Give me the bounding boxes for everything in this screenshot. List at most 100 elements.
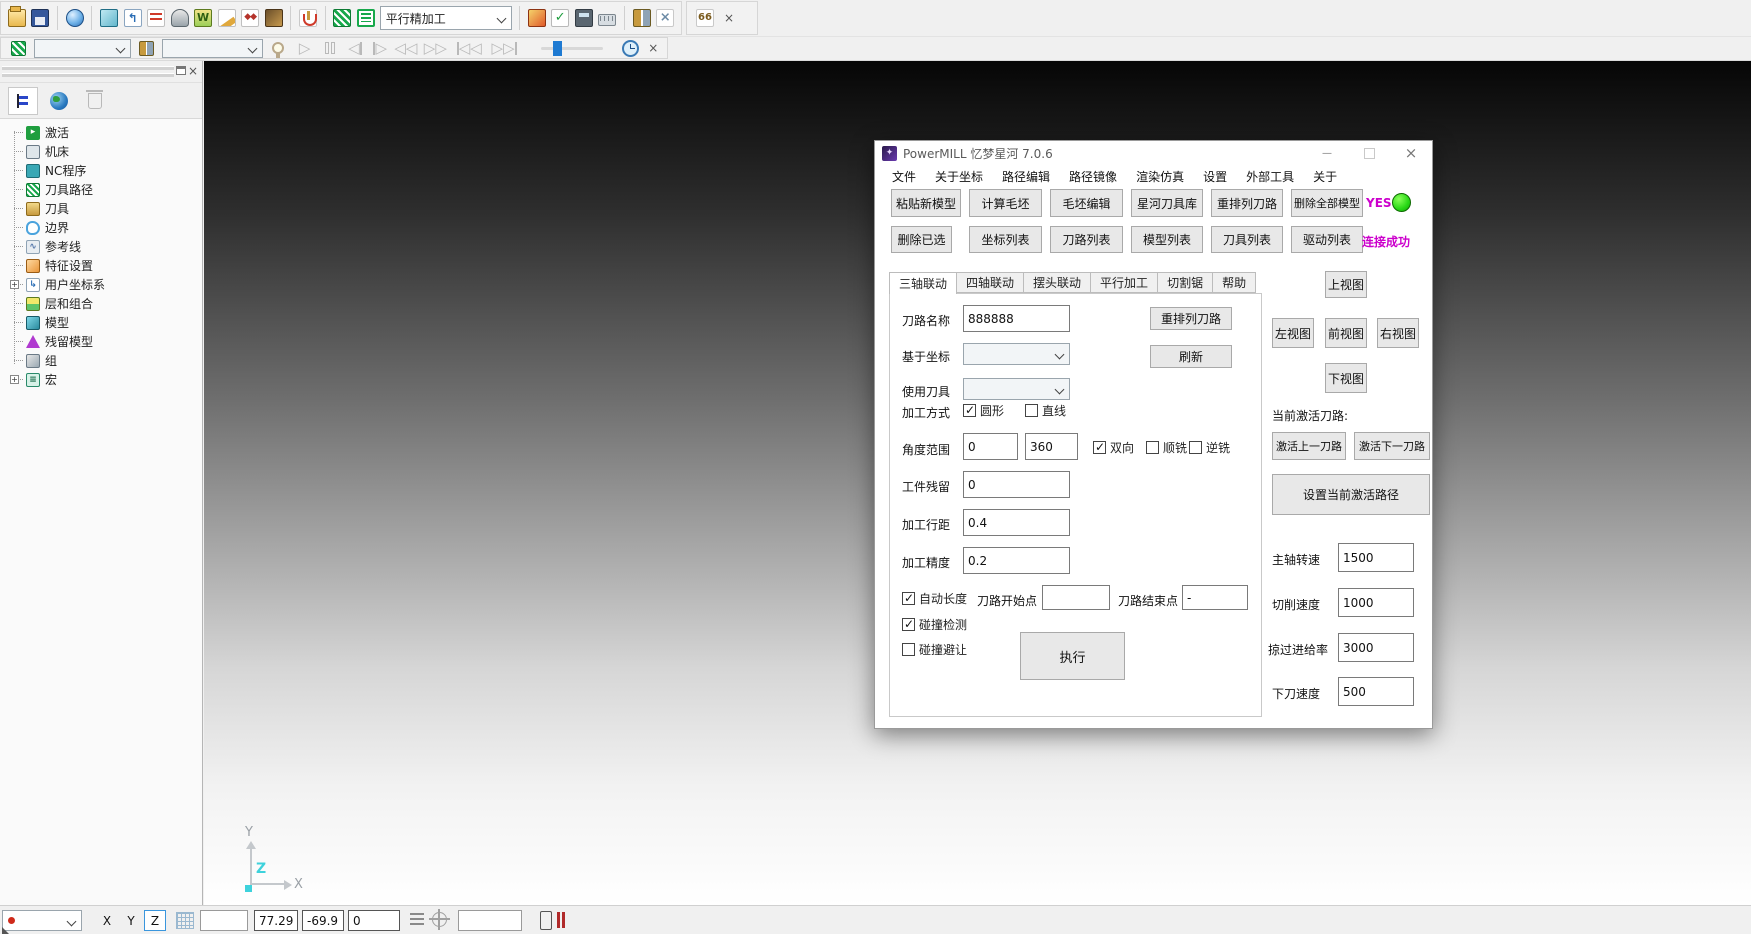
sim-fast-forward-button[interactable]: ▷▷ xyxy=(421,38,450,58)
close-toolbar-icon[interactable] xyxy=(721,11,737,25)
tree-item-model[interactable]: 模型 xyxy=(10,313,200,332)
stock-edit-button[interactable]: 毛坯编辑 xyxy=(1050,189,1123,217)
conventional-checkbox[interactable]: 逆铣 xyxy=(1189,439,1230,456)
close-panel-icon[interactable] xyxy=(185,64,201,78)
pattern-button[interactable] xyxy=(217,6,237,30)
sim-speed-slider[interactable] xyxy=(541,47,603,50)
tab-help[interactable]: 帮助 xyxy=(1213,272,1256,293)
sim-clock-button[interactable] xyxy=(618,36,641,60)
sim-go-end-button[interactable]: ▷▷ xyxy=(489,38,520,58)
device-icon[interactable] xyxy=(540,911,552,930)
sim-go-start-button[interactable]: ◁◁ xyxy=(454,38,485,58)
sim-play-button[interactable]: ▷ xyxy=(294,38,315,58)
create-block-button[interactable] xyxy=(99,6,119,30)
based-coord-combo[interactable] xyxy=(963,343,1070,365)
stock-remain-input[interactable] xyxy=(963,471,1070,498)
paste-new-model-button[interactable]: 粘贴新模型 xyxy=(891,189,961,217)
tree-item-toolpath[interactable]: 刀具路径 xyxy=(10,180,200,199)
menu-settings[interactable]: 设置 xyxy=(1203,168,1227,185)
delete-all-models-button[interactable]: 删除全部模型 xyxy=(1291,189,1363,217)
strategy-list-button[interactable] xyxy=(356,6,376,30)
bidirectional-checkbox[interactable]: 双向 xyxy=(1093,439,1134,456)
save-project-button[interactable] xyxy=(31,6,51,30)
minimize-button[interactable] xyxy=(1310,141,1344,165)
drive-list-button[interactable]: 驱动列表 xyxy=(1291,226,1363,253)
angle-from-input[interactable] xyxy=(963,433,1018,460)
activate-prev-button[interactable]: 激活上一刀路 xyxy=(1272,432,1346,460)
tree-item-nc-program[interactable]: NC程序 xyxy=(10,161,200,180)
tolerance-field[interactable] xyxy=(458,910,522,931)
sim-tool-combo[interactable] xyxy=(162,39,263,58)
tab-swivel[interactable]: 摆头联动 xyxy=(1024,272,1091,293)
angle-to-input[interactable] xyxy=(1025,433,1078,460)
view-right-button[interactable]: 右视图 xyxy=(1377,318,1419,348)
measure-button[interactable] xyxy=(598,6,618,30)
grid-icon[interactable] xyxy=(176,912,194,929)
plunge-speed-input[interactable] xyxy=(1338,677,1414,706)
calc-stock-button[interactable]: 计算毛坯 xyxy=(969,189,1042,217)
toolpath-list-button[interactable]: 刀路列表 xyxy=(1050,226,1123,253)
transform-button[interactable]: ⨯ xyxy=(655,6,675,30)
sim-toolpath-button[interactable] xyxy=(7,36,30,60)
view-left-button[interactable]: 左视图 xyxy=(1272,318,1314,348)
toolpath-strategy-button[interactable]: ↰ xyxy=(123,6,143,30)
axis-y-button[interactable]: Y xyxy=(120,910,142,931)
tree-item-activate[interactable]: ▸激活 xyxy=(10,123,200,142)
climb-checkbox[interactable]: 顺铣 xyxy=(1146,439,1187,456)
axis-z-button[interactable]: Z xyxy=(144,910,166,931)
coord-x-field[interactable] xyxy=(254,910,298,931)
tolerance-input[interactable] xyxy=(963,547,1070,574)
tool-pair-button[interactable] xyxy=(632,6,652,30)
strategy-combo[interactable]: 平行精加工 xyxy=(380,6,512,30)
explorer-grip[interactable] xyxy=(0,61,202,83)
sim-toolpath-combo[interactable] xyxy=(34,39,131,58)
rearrange-button[interactable]: 重排列刀路 xyxy=(1150,307,1232,330)
stock-model-button[interactable] xyxy=(264,6,284,30)
slider-handle[interactable] xyxy=(553,41,562,56)
skim-feed-input[interactable] xyxy=(1338,633,1414,662)
tree-item-ucs[interactable]: +↳用户坐标系 xyxy=(10,275,200,294)
xyz-list-icon[interactable] xyxy=(410,913,424,928)
tab-4axis[interactable]: 四轴联动 xyxy=(957,272,1024,293)
feature-set-button[interactable]: ◆◆ xyxy=(240,6,260,30)
close-button[interactable] xyxy=(1394,141,1428,165)
tab-3axis[interactable]: 三轴联动 xyxy=(889,272,957,294)
z-levels-button[interactable] xyxy=(146,6,166,30)
circle-checkbox[interactable]: 圆形 xyxy=(963,402,1004,419)
sim-rewind-button[interactable]: ◁◁ xyxy=(395,38,417,58)
tree-item-tool[interactable]: 刀具 xyxy=(10,199,200,218)
line-checkbox[interactable]: 直线 xyxy=(1025,402,1066,419)
open-project-button[interactable] xyxy=(7,6,27,30)
tree-item-boundary[interactable]: 边界 xyxy=(10,218,200,237)
tree-item-residual-model[interactable]: 残留模型 xyxy=(10,332,200,351)
sim-light-button[interactable] xyxy=(267,36,290,60)
tab-explorer-tree[interactable] xyxy=(8,87,38,115)
expander-icon[interactable]: + xyxy=(10,280,19,289)
tool-holder-button[interactable] xyxy=(298,6,318,30)
refresh-button[interactable]: 刷新 xyxy=(1150,345,1232,368)
model-list-button[interactable]: 模型列表 xyxy=(1131,226,1203,253)
rearrange-toolpath-button[interactable]: 重排列刀路 xyxy=(1211,189,1283,217)
set-active-path-button[interactable]: 设置当前激活路径 xyxy=(1272,474,1430,515)
menu-path-mirror[interactable]: 路径镜像 xyxy=(1069,168,1117,185)
collision-avoid-checkbox[interactable]: 碰撞避让 xyxy=(902,641,967,658)
search-model-button[interactable]: 66 xyxy=(693,6,717,30)
tree-item-feature-set[interactable]: 特征设置 xyxy=(10,256,200,275)
tab-recycle[interactable] xyxy=(80,87,110,115)
toolbox-button[interactable] xyxy=(527,6,547,30)
cutting-speed-input[interactable] xyxy=(1338,588,1414,617)
menu-render-sim[interactable]: 渲染仿真 xyxy=(1136,168,1184,185)
locate-icon[interactable] xyxy=(432,912,447,927)
collision-check-checkbox[interactable]: 碰撞检测 xyxy=(902,616,967,633)
coord-y-field[interactable] xyxy=(302,910,344,931)
tab-parallel[interactable]: 平行加工 xyxy=(1091,272,1158,293)
view-bottom-button[interactable]: 下视图 xyxy=(1325,363,1367,393)
view-front-button[interactable]: 前视图 xyxy=(1325,318,1367,348)
tool-check-button[interactable]: ✓ xyxy=(550,6,570,30)
spindle-speed-input[interactable] xyxy=(1338,543,1414,572)
coord-z-field[interactable] xyxy=(348,910,400,931)
toolpath-name-input[interactable] xyxy=(963,305,1070,332)
resize-grip-icon[interactable] xyxy=(2,927,9,934)
auto-length-checkbox[interactable]: 自动长度 xyxy=(902,590,967,607)
tool-list-button[interactable]: 刀具列表 xyxy=(1211,226,1283,253)
